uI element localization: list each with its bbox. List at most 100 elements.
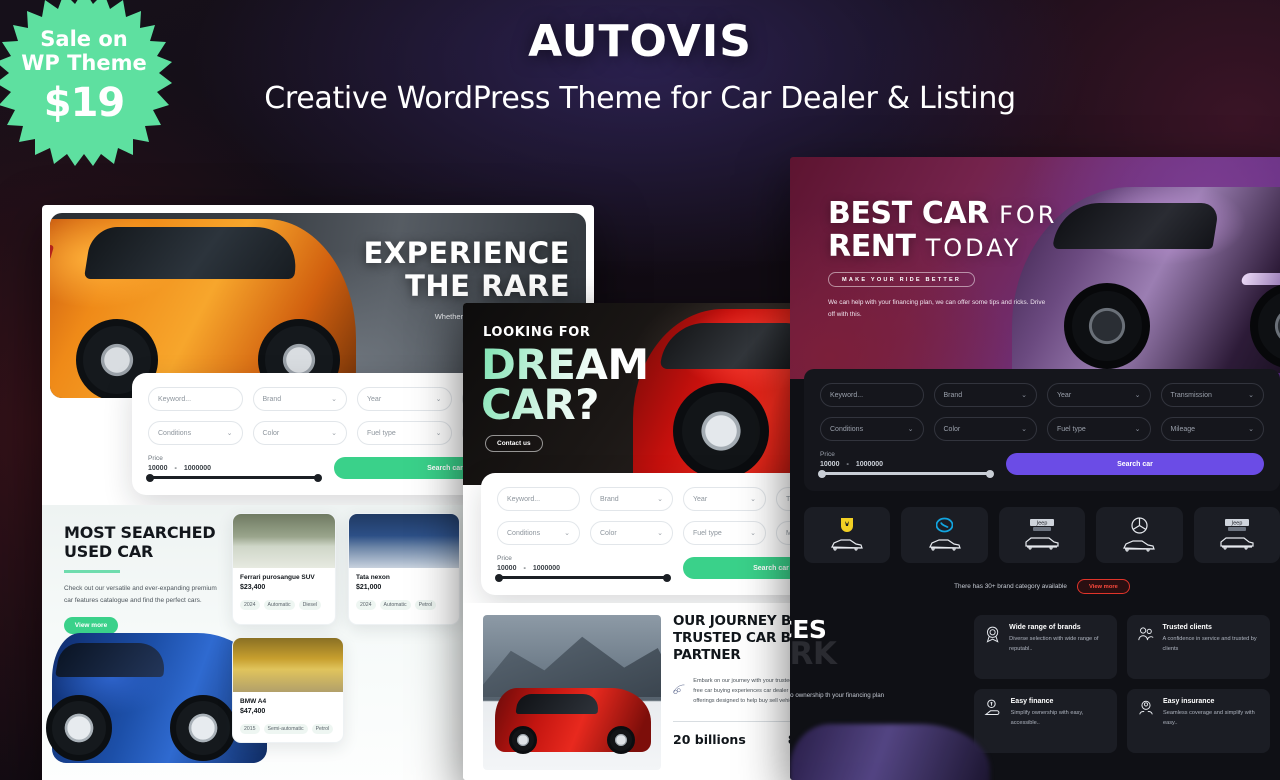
search-form-right[interactable]: Keyword... Brand ⌄ Year ⌄ Transmission ⌄ Co… [804, 369, 1280, 491]
fuel-type-select[interactable]: Fuel type ⌄ [683, 521, 766, 545]
most-searched-paragraph: Check out our versatile and ever-expandi… [64, 585, 217, 604]
sale-badge-line1: Sale on [40, 27, 128, 52]
brand-note-text: There has 30+ brand category available [954, 583, 1067, 590]
search-input[interactable]: Keyword... [148, 387, 243, 411]
left-hero-title: EXPERIENCE THE RARE [363, 236, 570, 304]
taillight [50, 245, 55, 261]
service-desc: Simplify ownership with easy, accessible… [1010, 710, 1084, 726]
price-max: 1000000 [855, 461, 884, 468]
color-select[interactable]: Color ⌄ [252, 421, 347, 445]
brand-card-mercedes[interactable] [1096, 507, 1183, 563]
fuel-type-select[interactable]: Fuel type ⌄ [1047, 417, 1151, 441]
jeep-logo-icon: Jeep [1224, 518, 1249, 531]
ride-better-pill: MAKE YOUR RIDE BETTER [828, 272, 976, 287]
conditions-select[interactable]: Conditions ⌄ [148, 421, 243, 445]
brand-view-more-button[interactable]: View more [1076, 579, 1130, 594]
car-tag: 2024 [240, 600, 260, 610]
car-tag: Diesel [298, 600, 322, 610]
car-card[interactable]: Ferrari purosangue SUV $23,400 2024 Auto… [232, 513, 336, 625]
fuel-type-select[interactable]: Fuel type ⌄ [357, 421, 452, 445]
page-title: AUTOVIS [528, 16, 752, 67]
car-window [659, 323, 807, 369]
page-subtitle: Creative WordPress Theme for Car Dealer … [264, 81, 1016, 116]
chevron-down-icon: ⌄ [907, 426, 914, 433]
sale-badge-line2: WP Theme [21, 51, 147, 75]
transmission-select[interactable]: Transmission⌄ [1160, 383, 1264, 407]
service-card[interactable]: Trusted clients A confidence in service … [1127, 615, 1270, 679]
price-max: 1000000 [183, 465, 212, 472]
brand-select[interactable]: Brand ⌄ [590, 487, 673, 511]
contact-us-button[interactable]: Contact us [485, 435, 543, 452]
price-range[interactable]: Price 10000 - 1000000 [818, 451, 994, 478]
year-select[interactable]: Year ⌄ [357, 387, 452, 411]
year-select[interactable]: Year ⌄ [683, 487, 766, 511]
screenshot-right-homepage[interactable]: BEST CAR FOR RENT TODAY MAKE YOUR RIDE B… [790, 157, 1280, 780]
conditions-select[interactable]: Conditions ⌄ [820, 417, 924, 441]
car-window [83, 227, 303, 279]
sale-badge-text: Sale on WP Theme $19 [0, 0, 174, 166]
search-bottom-row: Price 10000 - 1000000 Search car [818, 451, 1264, 478]
brand-card-hyundai[interactable] [901, 507, 988, 563]
swirl-icon [673, 684, 685, 694]
search-input[interactable]: Keyword... [820, 383, 924, 407]
price-label: Price [820, 451, 835, 458]
price-values: 10000 - 1000000 [148, 465, 320, 472]
shield-people-icon [1139, 700, 1153, 715]
mid-hero-title: DREAM CAR? [481, 340, 649, 430]
price-label: Price [148, 455, 163, 462]
car-card[interactable]: Tata nexon $21,000 2024 Automatic Petrol [348, 513, 460, 625]
brand-card-jeep[interactable]: Jeep [998, 507, 1086, 563]
service-card[interactable]: Easy finance Simplify ownership with eas… [974, 689, 1117, 753]
car-wheel [1250, 283, 1280, 369]
car-window [515, 694, 601, 714]
view-more-button[interactable]: View more [64, 617, 118, 635]
chevron-down-icon: ⌄ [750, 496, 756, 503]
chevron-down-icon: ⌄ [331, 430, 337, 437]
price-range[interactable]: Price 10000 - 1000000 [146, 455, 322, 482]
price-slider[interactable] [495, 573, 671, 582]
banner-header: AUTOVIS Creative WordPress Theme for Car… [0, 16, 1280, 116]
car-tags: 2024 Automatic Petrol [356, 600, 452, 610]
price-range[interactable]: Price 10000 - 1000000 [495, 555, 671, 582]
car-card[interactable]: BMW A4 $47,400 2015 Semi-automatic Petro… [232, 637, 344, 743]
mileage-select[interactable]: Mileage⌄ [1160, 417, 1264, 441]
most-searched-title: MOST SEARCHED USED CAR [64, 523, 216, 562]
service-title: Easy finance [1010, 698, 1054, 705]
price-dash: - [174, 465, 177, 472]
chevron-down-icon: ⌄ [331, 396, 337, 403]
service-card[interactable]: Wide range of brands Diverse selection w… [974, 615, 1117, 679]
color-select[interactable]: Color ⌄ [933, 417, 1037, 441]
chevron-down-icon: ⌄ [1021, 426, 1027, 433]
jeep-logo-icon: Jeep [1030, 518, 1055, 531]
year-select[interactable]: Year ⌄ [1047, 383, 1151, 407]
search-row-1: Keyword... Brand⌄ Year⌄ Transmission⌄ [820, 383, 1264, 407]
price-slider[interactable] [146, 473, 322, 482]
service-card[interactable]: Easy insurance Seamless coverage and sim… [1127, 689, 1270, 753]
car-price: $47,400 [240, 708, 266, 715]
brand-card-jeep-2[interactable]: Jeep [1193, 507, 1280, 563]
svg-text:Jeep: Jeep [1036, 520, 1048, 526]
car-name: BMW A4 [240, 698, 267, 705]
color-select[interactable]: Color ⌄ [590, 521, 673, 545]
car-name: Tata nexon [356, 574, 390, 581]
search-car-button[interactable]: Search car [1006, 453, 1264, 475]
conditions-select[interactable]: Conditions ⌄ [497, 521, 580, 545]
car-name: Ferrari purosangue SUV [240, 574, 315, 581]
car-wheel [170, 695, 236, 761]
sale-badge[interactable]: Sale on WP Theme $19 [0, 0, 174, 166]
brand-card-ferrari[interactable] [804, 507, 891, 563]
chevron-down-icon: ⌄ [564, 530, 570, 537]
search-input[interactable]: Keyword... [497, 487, 580, 511]
brand-select[interactable]: Brand ⌄ [933, 383, 1037, 407]
headlight [1240, 273, 1280, 285]
right-hero-title: BEST CAR FOR RENT TODAY [828, 196, 1058, 264]
brand-row: Jeep Jeep [804, 507, 1280, 563]
title-underline [64, 570, 120, 574]
purple-car-blur-image [790, 724, 990, 780]
brand-select[interactable]: Brand ⌄ [252, 387, 347, 411]
price-slider[interactable] [818, 469, 994, 478]
car-tag: Semi-automatic [263, 724, 308, 734]
price-dash: - [846, 461, 849, 468]
promo-banner: AUTOVIS Creative WordPress Theme for Car… [0, 0, 1280, 780]
service-title: Easy insurance [1163, 698, 1215, 705]
